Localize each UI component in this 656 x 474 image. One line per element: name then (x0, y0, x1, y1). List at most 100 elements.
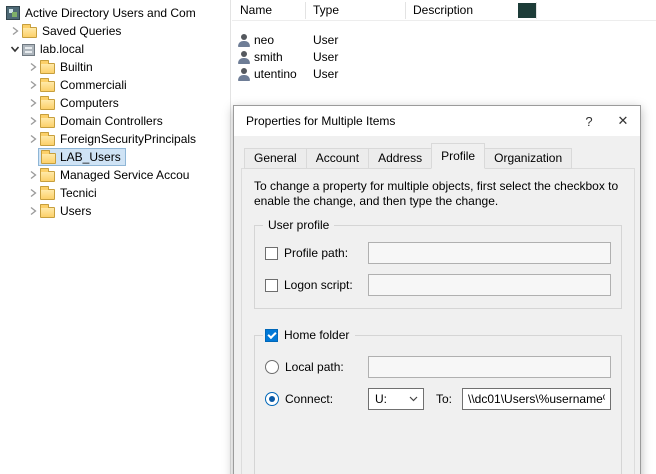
domain-icon (22, 44, 35, 56)
tab-profile[interactable]: Profile (431, 143, 485, 169)
drive-letter-dropdown[interactable]: U: (368, 388, 424, 410)
column-divider[interactable] (305, 2, 306, 19)
tree-item-label: Saved Queries (42, 24, 121, 38)
console-tree-pane: Active Directory Users and Com Saved Que… (0, 0, 231, 474)
folder-icon (22, 27, 37, 38)
connect-label: Connect: (285, 392, 368, 406)
tree-selection-highlight: LAB_Users (38, 148, 126, 166)
active-directory-icon (6, 6, 20, 20)
user-name: neo (254, 33, 274, 48)
user-type: User (313, 67, 338, 82)
dialog-description: To change a property for multiple object… (254, 179, 628, 209)
column-header-description[interactable]: Description (413, 3, 473, 18)
user-type: User (313, 33, 338, 48)
profile-path-input[interactable] (368, 242, 611, 264)
chevron-right-icon[interactable] (26, 114, 40, 128)
folder-icon (40, 171, 55, 182)
chevron-right-icon[interactable] (26, 132, 40, 146)
tree-item-label: Commerciali (60, 78, 127, 92)
local-path-row: Local path: (265, 356, 611, 378)
tree-item-lab-local[interactable]: lab.local (0, 40, 230, 58)
column-divider[interactable] (536, 2, 537, 19)
logon-script-label: Logon script: (284, 278, 368, 292)
tree-item-commerciali[interactable]: Commerciali (0, 76, 230, 94)
tree-item-tecnici[interactable]: Tecnici (0, 184, 230, 202)
tree-item-label: Managed Service Accou (60, 168, 189, 182)
profile-path-row: Profile path: (265, 242, 611, 264)
user-profile-group-label: User profile (263, 218, 334, 233)
user-name: smith (254, 50, 283, 65)
chevron-right-icon[interactable] (26, 168, 40, 182)
chevron-right-icon[interactable] (26, 78, 40, 92)
home-folder-label: Home folder (284, 327, 349, 343)
list-row-utentino[interactable]: utentino User (232, 66, 532, 83)
tab-organization[interactable]: Organization (484, 148, 572, 169)
tree-item-computers[interactable]: Computers (0, 94, 230, 112)
chevron-right-icon[interactable] (8, 24, 22, 38)
tree-item-label: LAB_Users (60, 150, 121, 164)
folder-icon (40, 207, 55, 218)
tree-item-label: Active Directory Users and Com (25, 6, 196, 20)
local-path-input[interactable] (368, 356, 611, 378)
profile-tab-page: To change a property for multiple object… (241, 168, 635, 474)
tree-item-label: Builtin (60, 60, 93, 74)
chevron-down-icon[interactable] (8, 42, 22, 56)
user-name: utentino (254, 67, 297, 82)
column-header-type[interactable]: Type (313, 3, 339, 18)
chevron-right-icon[interactable] (26, 186, 40, 200)
column-divider[interactable] (405, 2, 406, 19)
list-row-smith[interactable]: smith User (232, 49, 532, 66)
folder-icon (40, 135, 55, 146)
tab-general[interactable]: General (244, 148, 307, 169)
tab-account[interactable]: Account (306, 148, 369, 169)
tab-address[interactable]: Address (368, 148, 432, 169)
tree-item-saved-queries[interactable]: Saved Queries (0, 22, 230, 40)
tree-item-label: Computers (60, 96, 119, 110)
profile-path-label: Profile path: (284, 246, 368, 260)
tree-item-label: lab.local (40, 42, 84, 56)
tree-item-domain-controllers[interactable]: Domain Controllers (0, 112, 230, 130)
user-icon (237, 51, 251, 64)
dialog-titlebar[interactable]: Properties for Multiple Items ? ✕ (234, 106, 640, 136)
connect-row: Connect: U: To: (265, 388, 611, 410)
user-icon (237, 34, 251, 47)
user-icon (237, 68, 251, 81)
help-button[interactable]: ? (572, 106, 606, 136)
tree-item-label: Tecnici (60, 186, 97, 200)
tree-item-users[interactable]: Users (0, 202, 230, 220)
local-path-label: Local path: (285, 360, 368, 374)
tree-item-label: Users (60, 204, 91, 218)
logon-script-input[interactable] (368, 274, 611, 296)
header-dark-marker (518, 3, 536, 18)
folder-icon (40, 189, 55, 200)
logon-script-row: Logon script: (265, 274, 611, 296)
tree-item-lab-users[interactable]: LAB_Users (0, 148, 230, 166)
close-button[interactable]: ✕ (606, 106, 640, 136)
user-type: User (313, 50, 338, 65)
folder-icon (41, 153, 56, 164)
list-row-neo[interactable]: neo User (232, 32, 532, 49)
to-label: To: (436, 392, 452, 406)
logon-script-checkbox[interactable] (265, 279, 278, 292)
aduc-console-window: Active Directory Users and Com Saved Que… (0, 0, 656, 474)
home-folder-checkbox[interactable] (265, 329, 278, 342)
tree-item-label: ForeignSecurityPrincipals (60, 132, 196, 146)
local-path-radio[interactable] (265, 360, 279, 374)
tree-item-foreign-security-principals[interactable]: ForeignSecurityPrincipals (0, 130, 230, 148)
properties-dialog: Properties for Multiple Items ? ✕ Genera… (233, 105, 641, 474)
home-folder-group: Home folder Local path: Connect: U: To: (254, 335, 622, 474)
chevron-right-icon[interactable] (26, 60, 40, 74)
connect-path-input[interactable] (462, 388, 611, 410)
folder-icon (40, 99, 55, 110)
folder-icon (40, 81, 55, 92)
folder-icon (40, 63, 55, 74)
chevron-right-icon[interactable] (26, 204, 40, 218)
dialog-tab-strip: General Account Address Profile Organiza… (244, 143, 571, 169)
tree-item-root[interactable]: Active Directory Users and Com (0, 4, 230, 22)
connect-radio[interactable] (265, 392, 279, 406)
tree-item-builtin[interactable]: Builtin (0, 58, 230, 76)
column-header-name[interactable]: Name (240, 3, 272, 18)
profile-path-checkbox[interactable] (265, 247, 278, 260)
chevron-right-icon[interactable] (26, 96, 40, 110)
tree-item-managed-service-accounts[interactable]: Managed Service Accou (0, 166, 230, 184)
